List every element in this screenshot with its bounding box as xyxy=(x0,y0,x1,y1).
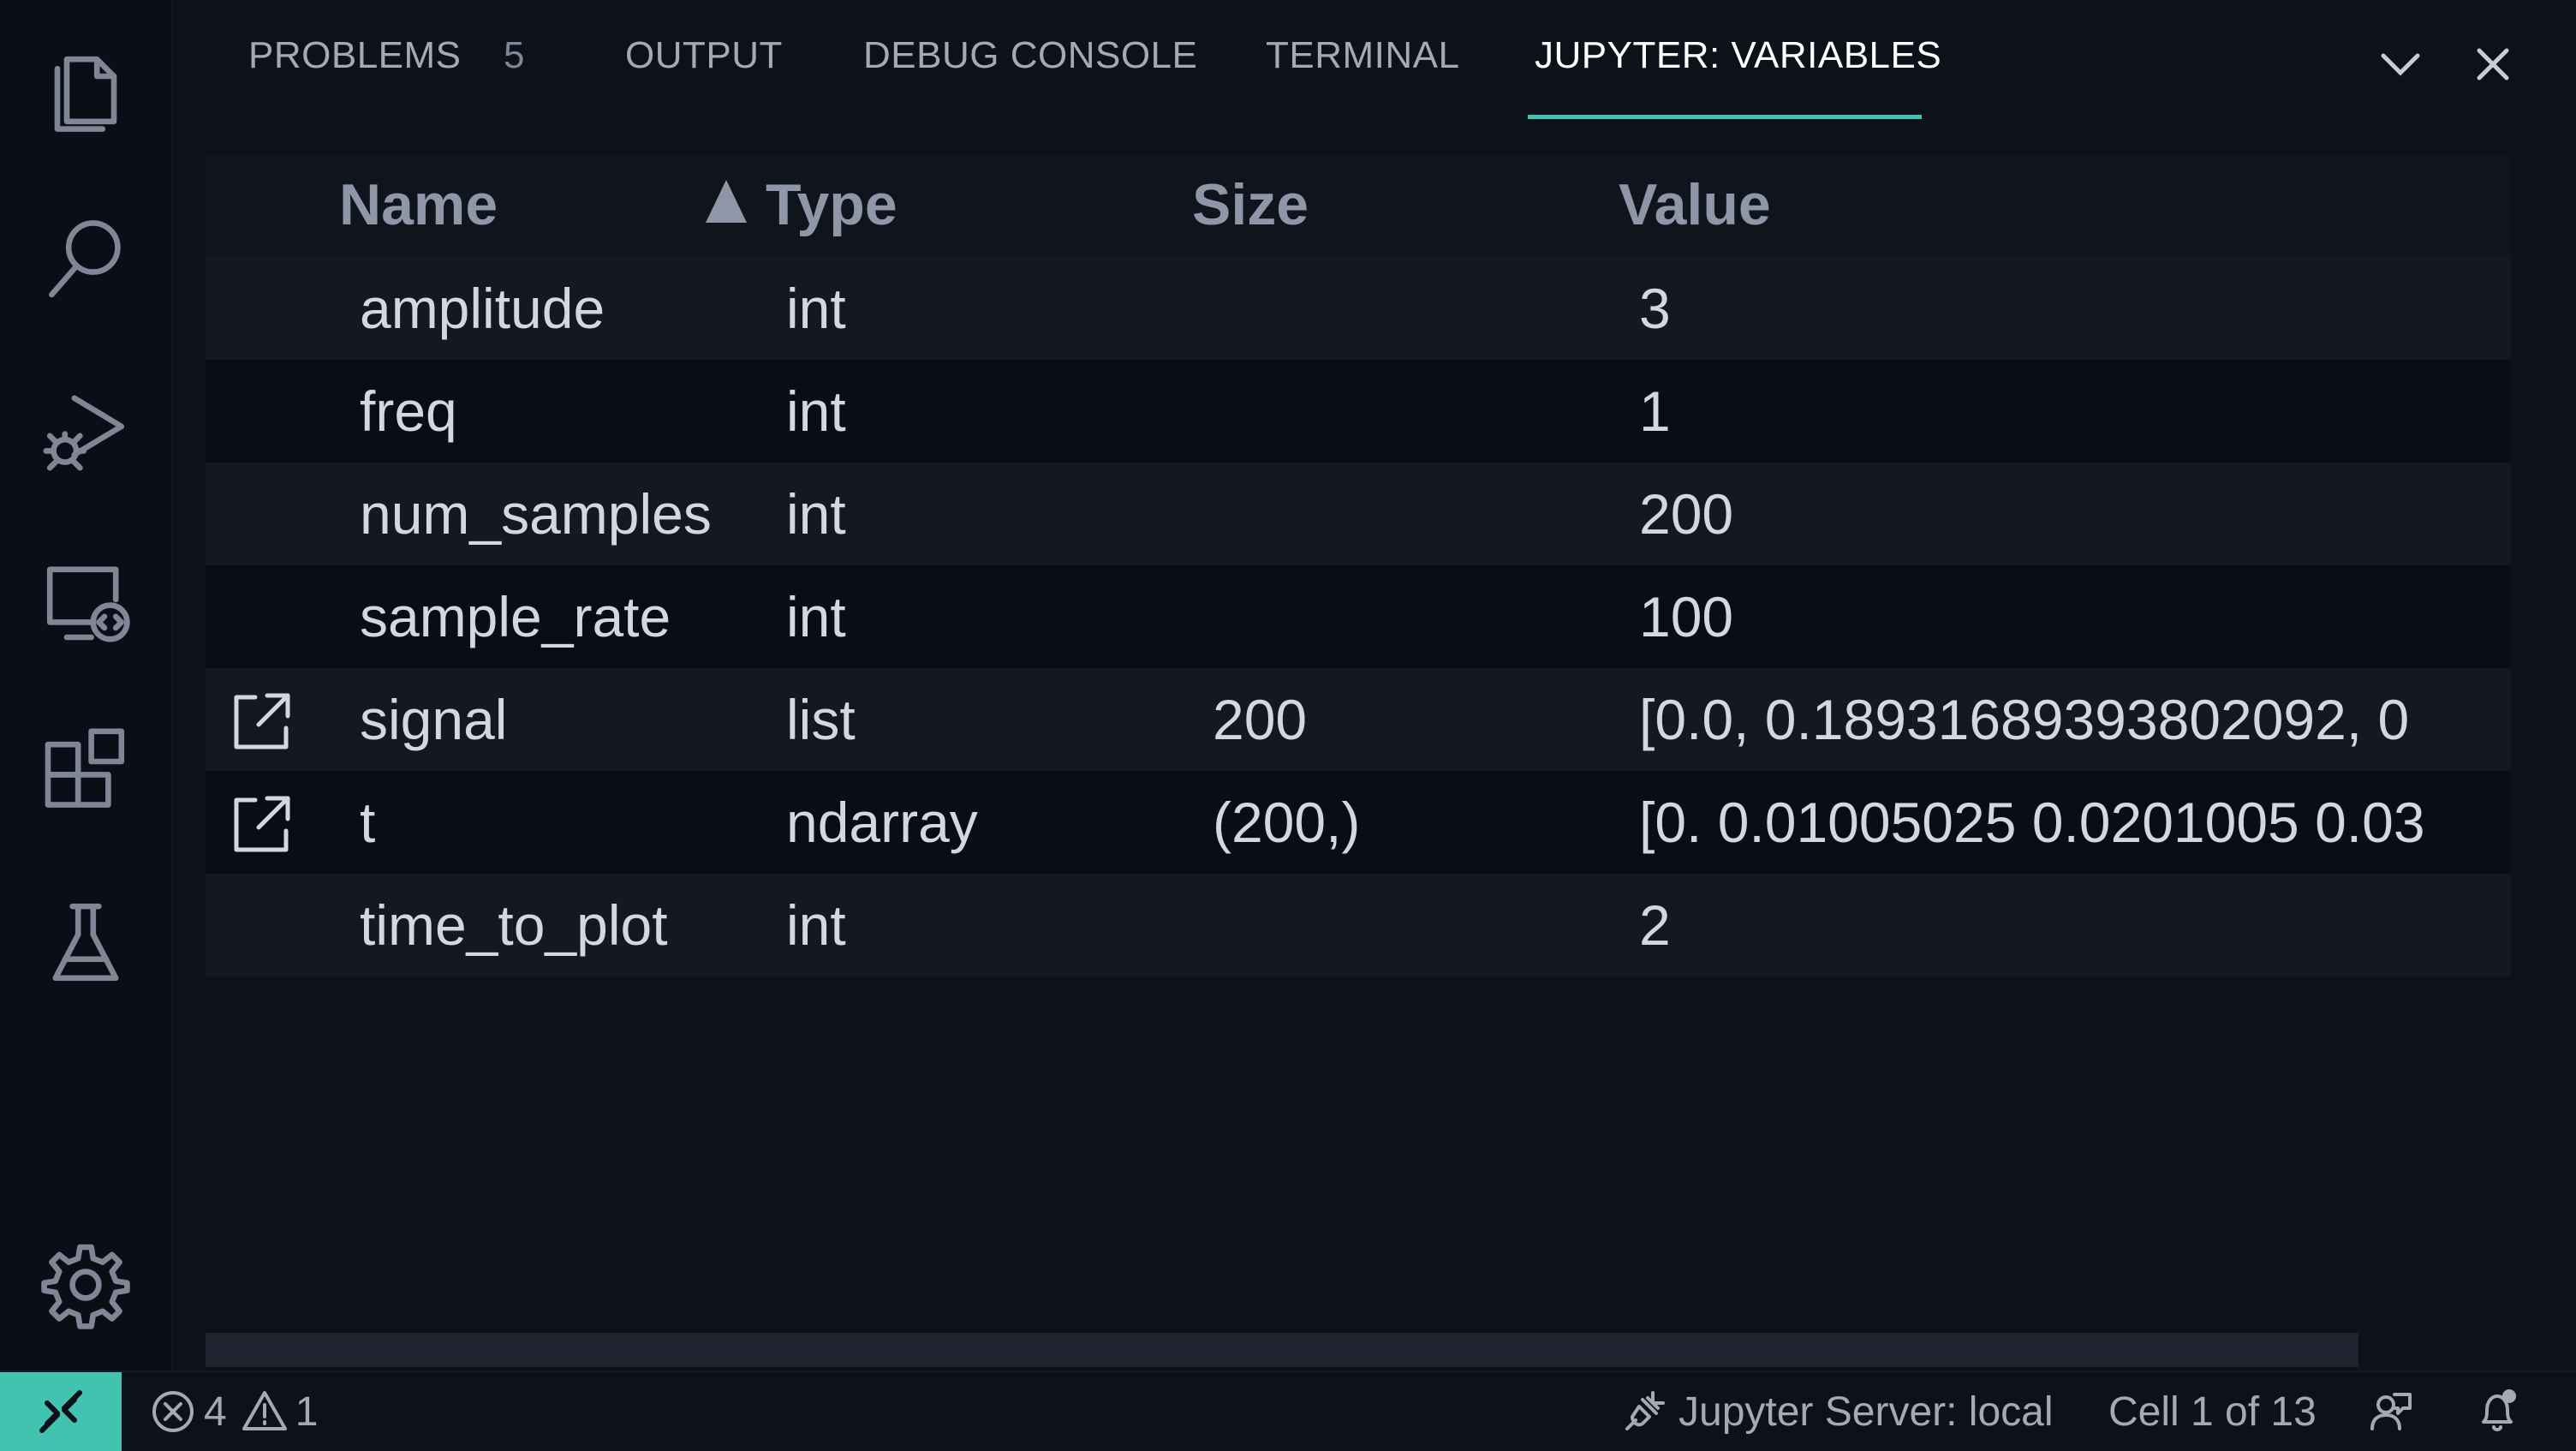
table-row[interactable]: time_to_plot int 2 xyxy=(206,874,2511,976)
remote-explorer-icon[interactable] xyxy=(34,548,137,651)
column-header-value[interactable]: Value xyxy=(1619,171,1771,238)
variable-name: t xyxy=(360,791,376,854)
tab-jupyter-variables[interactable]: JUPYTER: VARIABLES xyxy=(1535,34,1941,94)
variable-type: list xyxy=(786,688,856,751)
variable-value: 3 xyxy=(1639,277,1671,340)
panel-tabs: PROBLEMS 5 OUTPUT DEBUG CONSOLE TERMINAL… xyxy=(173,0,2576,128)
open-in-data-viewer-icon[interactable] xyxy=(230,689,295,754)
explorer-icon[interactable] xyxy=(34,34,137,137)
gear-icon[interactable] xyxy=(34,1233,137,1336)
variable-type: int xyxy=(786,277,846,340)
problems-count-badge: 5 xyxy=(504,34,525,76)
cell-position-status[interactable]: Cell 1 of 13 xyxy=(2108,1386,2317,1437)
variable-type: ndarray xyxy=(786,791,978,854)
horizontal-scrollbar-thumb[interactable] xyxy=(206,1333,2358,1367)
tab-output[interactable]: OUTPUT xyxy=(625,34,783,94)
variable-value: [0. 0.01005025 0.0201005 0.03 xyxy=(1639,791,2425,854)
variable-name: num_samples xyxy=(360,482,712,546)
close-icon[interactable] xyxy=(2463,34,2523,94)
search-icon[interactable] xyxy=(34,206,137,308)
column-header-type[interactable]: Type xyxy=(766,171,897,238)
remote-indicator-button[interactable] xyxy=(0,1372,122,1451)
extensions-icon[interactable] xyxy=(34,720,137,822)
variable-size: (200,) xyxy=(1213,791,1361,854)
variables-grid: Name Type Size Value amplitude int 3 fre… xyxy=(206,154,2511,976)
table-row[interactable]: num_samples int 200 xyxy=(206,463,2511,565)
active-tab-indicator xyxy=(1528,115,1922,119)
column-header-size[interactable]: Size xyxy=(1192,171,1309,238)
table-row[interactable]: amplitude int 3 xyxy=(206,257,2511,360)
variable-type: int xyxy=(786,585,846,648)
panel: PROBLEMS 5 OUTPUT DEBUG CONSOLE TERMINAL… xyxy=(173,0,2576,1370)
column-header-name[interactable]: Name xyxy=(339,171,498,238)
table-row[interactable]: t ndarray (200,) [0. 0.01005025 0.020100… xyxy=(206,771,2511,874)
jupyter-server-label: Jupyter Server: local xyxy=(1679,1388,2054,1435)
variable-name: time_to_plot xyxy=(360,893,668,957)
problems-status[interactable]: 4 1 xyxy=(151,1386,318,1437)
tab-debug-console[interactable]: DEBUG CONSOLE xyxy=(863,34,1197,94)
variable-name: sample_rate xyxy=(360,585,671,648)
tab-terminal[interactable]: TERMINAL xyxy=(1266,34,1459,94)
error-count: 4 xyxy=(204,1388,227,1435)
variable-type: int xyxy=(786,482,846,546)
variable-value: 200 xyxy=(1639,482,1734,546)
tab-problems[interactable]: PROBLEMS xyxy=(248,34,462,94)
testing-icon[interactable] xyxy=(34,891,137,994)
variable-value: 2 xyxy=(1639,893,1671,957)
notifications-bell-icon[interactable] xyxy=(2475,1386,2519,1437)
chevron-down-icon[interactable] xyxy=(2370,34,2430,94)
warning-count: 1 xyxy=(295,1388,319,1435)
feedback-icon[interactable] xyxy=(2369,1386,2413,1437)
run-debug-icon[interactable] xyxy=(34,377,137,480)
jupyter-server-status[interactable]: Jupyter Server: local xyxy=(1622,1386,2054,1437)
table-row[interactable]: signal list 200 [0.0, 0.1893168939380209… xyxy=(206,668,2511,771)
variable-type: int xyxy=(786,893,846,957)
variable-name: freq xyxy=(360,379,457,443)
variable-size: 200 xyxy=(1213,688,1308,751)
remote-icon xyxy=(39,1390,82,1433)
warning-icon xyxy=(242,1389,287,1434)
grid-header: Name Type Size Value xyxy=(206,154,2511,257)
table-row[interactable]: freq int 1 xyxy=(206,360,2511,463)
variable-name: amplitude xyxy=(360,277,605,340)
table-row[interactable]: sample_rate int 100 xyxy=(206,565,2511,668)
open-in-data-viewer-icon[interactable] xyxy=(230,791,295,857)
status-bar: 4 1 Jupyter Server: local Cell 1 of 13 xyxy=(0,1370,2576,1451)
error-icon xyxy=(151,1389,195,1434)
variable-type: int xyxy=(786,379,846,443)
variable-value: 100 xyxy=(1639,585,1734,648)
activity-bar xyxy=(0,0,173,1370)
variable-name: signal xyxy=(360,688,508,751)
variable-value: [0.0, 0.18931689393802092, 0 xyxy=(1639,688,2410,751)
sort-ascending-icon xyxy=(706,180,747,223)
plug-icon xyxy=(1622,1389,1667,1434)
variable-value: 1 xyxy=(1639,379,1671,443)
